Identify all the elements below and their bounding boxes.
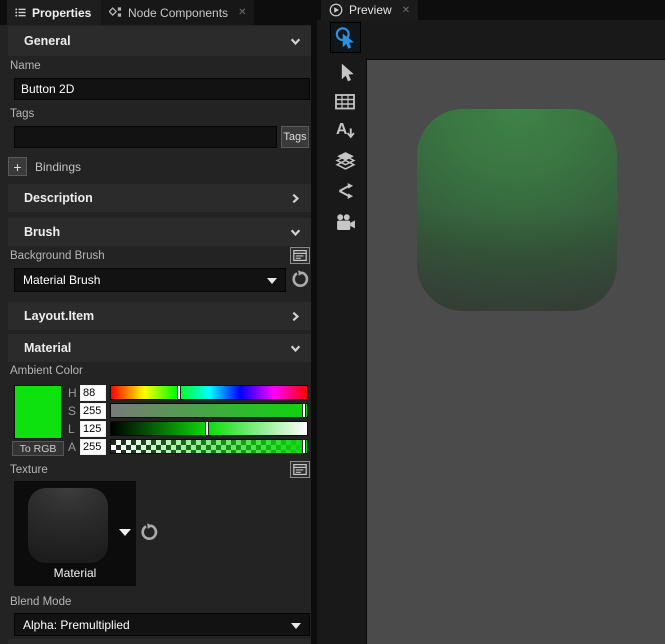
preview-button-2d[interactable] bbox=[417, 109, 617, 311]
connect-tool-button[interactable] bbox=[333, 179, 357, 203]
connect-split-icon bbox=[335, 181, 355, 201]
section-brush[interactable]: Brush bbox=[8, 218, 311, 246]
alpha-slider-handle[interactable] bbox=[302, 439, 306, 454]
name-label: Name bbox=[10, 60, 41, 72]
node-components-icon bbox=[109, 6, 122, 19]
hue-slider-handle[interactable] bbox=[177, 385, 181, 400]
application-window: Properties ✕ Node Components ✕ General N… bbox=[0, 0, 665, 644]
saturation-slider[interactable] bbox=[110, 403, 308, 418]
tab-preview-label: Preview bbox=[349, 3, 392, 17]
lightness-label: L bbox=[68, 422, 80, 436]
blend-mode-value: Alpha: Premultiplied bbox=[23, 618, 130, 632]
texture-name: Material bbox=[14, 566, 136, 580]
chevron-right-icon bbox=[290, 311, 301, 322]
dropdown-arrow-icon bbox=[267, 278, 277, 284]
texture-thumbnail[interactable] bbox=[28, 488, 108, 563]
section-general[interactable]: General bbox=[8, 26, 311, 56]
camera-icon bbox=[335, 213, 356, 232]
open-texture-editor-button[interactable] bbox=[290, 461, 310, 478]
svg-text:A: A bbox=[336, 121, 347, 138]
properties-list-icon bbox=[15, 7, 26, 18]
texture-label: Texture bbox=[10, 464, 48, 476]
texture-picker[interactable]: Material bbox=[14, 481, 136, 586]
hue-channel-row: H bbox=[0, 385, 311, 402]
camera-tool-button[interactable] bbox=[333, 210, 357, 234]
grid-icon bbox=[335, 94, 355, 110]
dropdown-arrow-icon bbox=[291, 623, 301, 629]
lightness-value-input[interactable] bbox=[80, 421, 106, 437]
saturation-label: S bbox=[68, 404, 80, 418]
tags-input[interactable] bbox=[14, 126, 277, 148]
tab-preview-close-icon[interactable]: ✕ bbox=[402, 5, 410, 16]
tab-node-components-close-icon[interactable]: ✕ bbox=[238, 7, 246, 18]
open-brush-editor-button[interactable] bbox=[290, 247, 310, 264]
hue-value-input[interactable] bbox=[80, 385, 106, 401]
chevron-down-icon bbox=[290, 227, 301, 238]
lightness-channel-row: L bbox=[0, 421, 311, 438]
section-layout-item[interactable]: Layout.Item bbox=[8, 302, 311, 330]
alpha-value-input[interactable] bbox=[80, 439, 106, 455]
chevron-down-icon bbox=[290, 36, 301, 47]
texture-dropdown-arrow-icon[interactable] bbox=[119, 529, 131, 536]
tab-node-components-label: Node Components bbox=[128, 6, 228, 20]
layers-icon bbox=[335, 151, 356, 170]
background-brush-value: Material Brush bbox=[23, 273, 100, 287]
tab-node-components[interactable]: Node Components ✕ bbox=[101, 0, 254, 25]
next-section-partial bbox=[8, 639, 311, 644]
section-description[interactable]: Description bbox=[8, 184, 311, 212]
tags-button[interactable]: Tags bbox=[281, 126, 309, 148]
tab-preview[interactable]: Preview ✕ bbox=[321, 0, 418, 20]
hue-slider[interactable] bbox=[110, 385, 308, 400]
select-cursor-icon bbox=[335, 62, 356, 83]
text-tool-button[interactable]: A bbox=[333, 117, 357, 141]
text-tool-icon: A bbox=[335, 119, 356, 140]
lightness-slider-handle[interactable] bbox=[205, 421, 209, 436]
section-material-title: Material bbox=[24, 341, 71, 355]
hue-label: H bbox=[68, 386, 80, 400]
blend-mode-dropdown[interactable]: Alpha: Premultiplied bbox=[14, 613, 310, 636]
chevron-down-icon bbox=[290, 343, 301, 354]
layers-tool-button[interactable] bbox=[333, 148, 357, 172]
saturation-value-input[interactable] bbox=[80, 403, 106, 419]
alpha-channel-row: A bbox=[0, 439, 311, 456]
select-tool-button[interactable] bbox=[333, 60, 357, 84]
section-general-title: General bbox=[24, 34, 71, 48]
reset-texture-icon[interactable] bbox=[140, 523, 158, 541]
reset-brush-icon[interactable] bbox=[291, 270, 309, 288]
bindings-label: Bindings bbox=[35, 160, 81, 174]
alpha-label: A bbox=[68, 440, 80, 454]
background-brush-dropdown[interactable]: Material Brush bbox=[14, 268, 286, 292]
chevron-right-icon bbox=[290, 193, 301, 204]
preview-viewport[interactable] bbox=[366, 59, 665, 644]
add-binding-button[interactable]: + bbox=[8, 157, 27, 176]
alpha-slider[interactable] bbox=[110, 439, 308, 454]
background-brush-label: Background Brush bbox=[10, 250, 105, 262]
preview-play-icon bbox=[329, 3, 343, 17]
ambient-color-label: Ambient Color bbox=[10, 365, 83, 377]
grid-tool-button[interactable] bbox=[333, 90, 357, 114]
editor-window-icon bbox=[293, 464, 307, 475]
lightness-slider[interactable] bbox=[110, 421, 308, 436]
editor-window-icon bbox=[293, 250, 307, 261]
tags-label: Tags bbox=[10, 108, 34, 120]
saturation-channel-row: S bbox=[0, 403, 311, 420]
tab-properties-label: Properties bbox=[32, 6, 91, 20]
section-brush-title: Brush bbox=[24, 225, 60, 239]
name-input[interactable] bbox=[14, 78, 310, 100]
section-description-title: Description bbox=[24, 191, 93, 205]
blend-mode-label: Blend Mode bbox=[10, 596, 71, 608]
section-material[interactable]: Material bbox=[8, 334, 311, 362]
saturation-slider-handle[interactable] bbox=[302, 403, 306, 418]
interact-cursor-icon bbox=[334, 26, 358, 50]
section-layout-item-title: Layout.Item bbox=[24, 309, 94, 323]
interact-tool-button[interactable] bbox=[330, 22, 361, 53]
